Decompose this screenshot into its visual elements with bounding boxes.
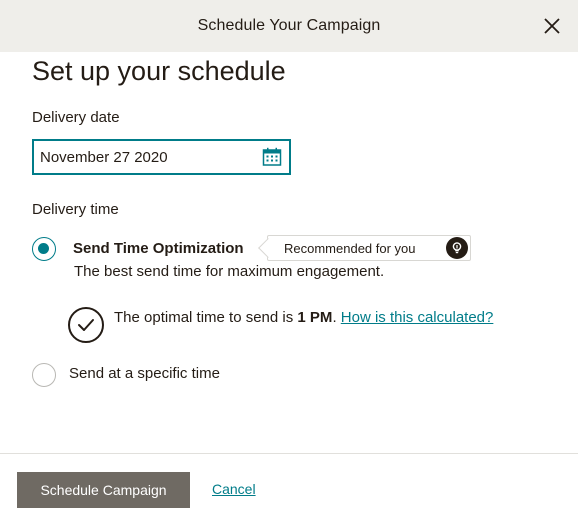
optimal-time-text: The optimal time to send is 1 PM. How is… — [114, 309, 493, 326]
optimal-time-value: 1 PM — [297, 309, 333, 326]
sto-title[interactable]: Send Time Optimization — [73, 240, 244, 257]
close-button[interactable] — [540, 14, 564, 38]
how-calculated-link[interactable]: How is this calculated? — [341, 309, 494, 326]
specific-time-label[interactable]: Send at a specific time — [69, 365, 220, 382]
recommended-badge: Recommended for you — [267, 235, 471, 261]
cancel-link[interactable]: Cancel — [212, 481, 256, 497]
specific-time-radio[interactable] — [32, 363, 56, 387]
sto-description: The best send time for maximum engagemen… — [74, 263, 385, 280]
delivery-date-input[interactable] — [40, 148, 261, 166]
sto-radio[interactable] — [32, 237, 56, 261]
recommended-badge-label: Recommended for you — [284, 240, 416, 256]
page-title: Set up your schedule — [32, 56, 286, 86]
lightbulb-icon — [446, 237, 468, 259]
calendar-icon[interactable] — [261, 146, 283, 168]
delivery-date-label: Delivery date — [32, 109, 120, 126]
schedule-campaign-button[interactable]: Schedule Campaign — [17, 472, 190, 508]
footer-divider — [0, 453, 578, 454]
delivery-date-field[interactable] — [32, 139, 291, 175]
check-circle-icon — [68, 307, 104, 343]
modal-title: Schedule Your Campaign — [197, 17, 381, 34]
optimal-time-suffix: . — [332, 309, 341, 326]
modal-header: Schedule Your Campaign — [0, 0, 578, 52]
optimal-time-prefix: The optimal time to send is — [114, 309, 298, 326]
close-icon — [544, 18, 560, 34]
delivery-time-label: Delivery time — [32, 201, 119, 218]
